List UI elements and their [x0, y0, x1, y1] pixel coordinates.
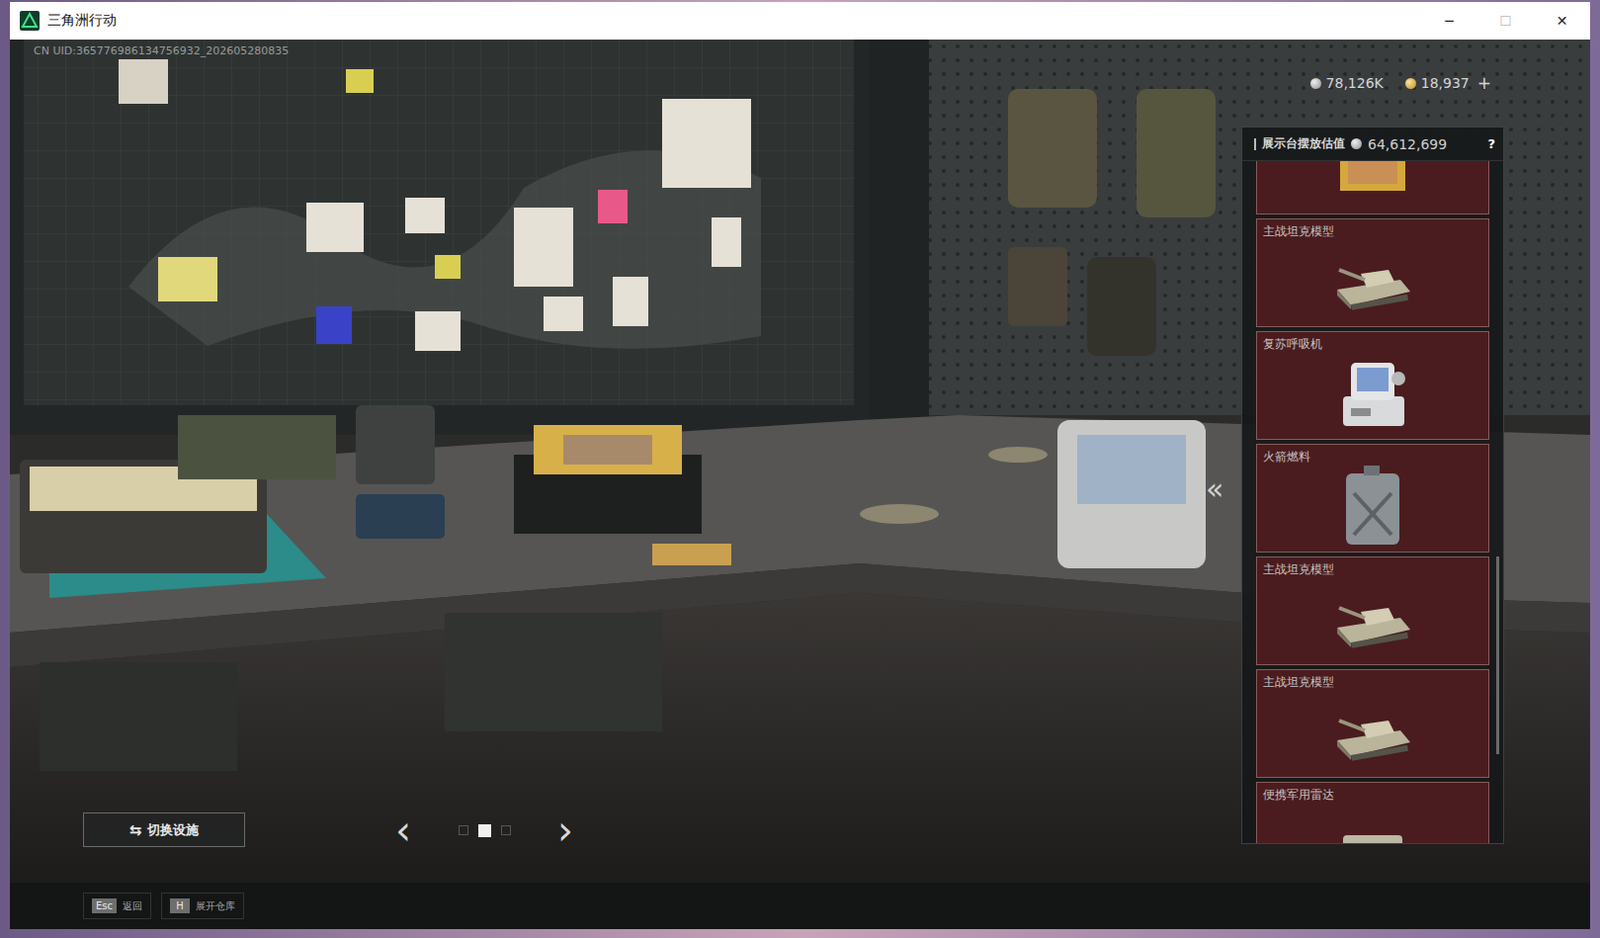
item-label: 火箭燃料 — [1263, 448, 1483, 464]
item-label: 主战坦克模型 — [1263, 223, 1483, 241]
painting-icon — [1338, 161, 1408, 193]
currency-value: 18,937 — [1421, 75, 1470, 91]
game-window: 三角洲行动─☐✕CN UID:365776986134756932_202605… — [9, 1, 1591, 929]
page-dot[interactable] — [501, 825, 511, 836]
page-dot[interactable] — [478, 824, 492, 838]
item-card[interactable]: 便携军用雷达 — [1256, 781, 1490, 843]
item-card[interactable]: 主战坦克模型 — [1256, 218, 1490, 328]
item-card[interactable]: 火箭燃料 — [1256, 443, 1490, 553]
title-group: 三角洲行动 — [19, 10, 117, 31]
hint-label: 展开仓库 — [195, 899, 236, 914]
item-art — [1263, 240, 1483, 323]
coin-icon — [1310, 78, 1322, 89]
stage: CN UID:365776986134756932_202605280835 78… — [9, 39, 1591, 883]
item-art — [1263, 161, 1483, 210]
key-hint[interactable]: Esc 返回 — [83, 892, 152, 920]
item-art — [1263, 352, 1483, 435]
window-control-button[interactable]: ─ — [1421, 1, 1478, 40]
item-art — [1263, 803, 1483, 843]
switch-icon: ⇆ — [129, 821, 143, 840]
ventilator-icon — [1333, 356, 1413, 432]
item-list-inner: 主战坦克模型复苏呼吸机火箭燃料主战坦克模型主战坦克模型便携军用雷达 — [1256, 161, 1490, 843]
item-list: 主战坦克模型复苏呼吸机火箭燃料主战坦克模型主战坦克模型便携军用雷达 — [1242, 161, 1504, 843]
tank-icon — [1331, 700, 1415, 764]
currency-value: 78,126K — [1326, 75, 1384, 91]
window-control-button[interactable]: ☐ — [1477, 1, 1534, 40]
display-panel: 展示台摆放估值64,612,699?主战坦克模型复苏呼吸机火箭燃料主战坦克模型主… — [1241, 126, 1505, 844]
item-label: 复苏呼吸机 — [1263, 336, 1483, 353]
item-card[interactable] — [1256, 161, 1490, 215]
switch-label: 切换设施 — [147, 821, 199, 840]
currency-bar: 78,126K 18,937 + — [1310, 73, 1492, 93]
coin-icon — [1405, 78, 1417, 89]
game-logo-icon — [19, 10, 40, 31]
add-currency-button[interactable]: + — [1477, 73, 1492, 93]
item-art — [1263, 690, 1483, 773]
item-label: 主战坦克模型 — [1263, 561, 1483, 579]
window-control-button[interactable]: ✕ — [1533, 1, 1591, 40]
key-cap: Esc — [91, 898, 117, 914]
help-button[interactable]: ? — [1487, 136, 1496, 152]
game-area: CN UID:365776986134756932_202605280835 78… — [9, 39, 1591, 929]
fuel-can-icon — [1338, 463, 1408, 549]
pager: ‹› — [395, 810, 574, 850]
scrollbar[interactable] — [1496, 556, 1500, 755]
tank-icon — [1331, 588, 1415, 652]
uid-label: CN UID:365776986134756932_202605280835 — [33, 44, 289, 58]
item-card[interactable]: 主战坦克模型 — [1256, 669, 1490, 778]
title-bar: 三角洲行动 ─☐✕ — [9, 1, 1591, 40]
item-card[interactable]: 主战坦克模型 — [1256, 556, 1490, 666]
item-art — [1263, 463, 1483, 549]
header-mark — [1254, 138, 1257, 151]
panel-header: 展示台摆放估值 64,612,699? — [1242, 127, 1504, 162]
hint-bar: Esc 返回 H 展开仓库 — [9, 882, 1591, 929]
tank-icon — [1331, 250, 1415, 314]
prev-page-button[interactable]: ‹ — [395, 810, 412, 850]
item-label: 主战坦克模型 — [1263, 673, 1483, 691]
item-card[interactable]: 复苏呼吸机 — [1256, 331, 1490, 440]
hint-label: 返回 — [122, 899, 143, 914]
panel-value: 64,612,699 — [1367, 136, 1482, 153]
radar-icon — [1333, 815, 1413, 844]
window-title: 三角洲行动 — [47, 11, 117, 30]
item-label: 便携军用雷达 — [1263, 786, 1483, 804]
coin-icon — [1350, 138, 1362, 150]
page-dots — [458, 824, 511, 838]
item-art — [1263, 578, 1483, 661]
next-page-button[interactable]: › — [557, 810, 574, 850]
page-dot[interactable] — [458, 825, 469, 836]
currency: 18,937 — [1405, 75, 1470, 91]
currency: 78,126K — [1310, 75, 1384, 91]
window-controls: ─☐✕ — [1421, 1, 1591, 40]
switch-facility-button[interactable]: ⇆切换设施 — [83, 812, 246, 847]
collapse-button[interactable]: « — [1205, 474, 1224, 505]
desktop: 三角洲行动─☐✕CN UID:365776986134756932_202605… — [0, 0, 1600, 938]
panel-title: 展示台摆放估值 — [1262, 135, 1346, 153]
key-hint[interactable]: H 展开仓库 — [161, 892, 245, 920]
key-cap: H — [169, 898, 190, 914]
